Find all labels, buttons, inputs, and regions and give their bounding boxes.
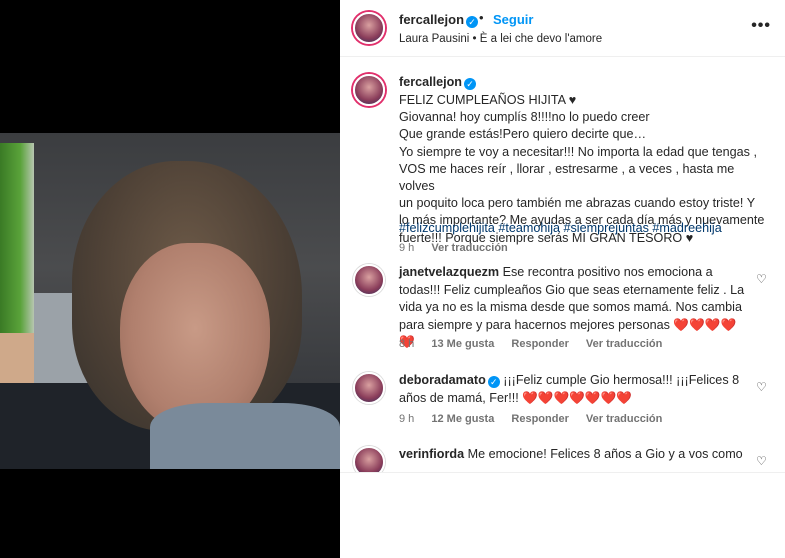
post-footer — [340, 472, 785, 558]
caption-meta: 9 h Ver traducción — [399, 242, 522, 254]
more-options-icon[interactable]: ••• — [751, 17, 771, 35]
verified-badge-icon: ✓ — [466, 16, 479, 28]
post-panel: fercallejon ✓ • Seguir Laura Pausini • È … — [340, 0, 785, 558]
comment-likes[interactable]: 12 Me gusta — [431, 413, 494, 425]
comment-time: 8 h — [399, 338, 415, 350]
caption-time: 9 h — [399, 242, 415, 254]
comment-meta: 9 h 12 Me gusta Responder Ver traducción — [399, 413, 676, 425]
heart-emojis: ❤️❤️❤️❤️❤️❤️❤️ — [522, 390, 632, 405]
comment-likes[interactable]: 13 Me gusta — [431, 338, 494, 350]
comment-avatar[interactable] — [353, 264, 385, 296]
media-pane — [0, 0, 340, 558]
author-username[interactable]: fercallejon ✓ — [399, 12, 479, 28]
caption-username[interactable]: fercallejon — [399, 75, 462, 89]
comment-avatar[interactable] — [353, 372, 385, 404]
video-player[interactable] — [0, 133, 340, 469]
comment-avatar[interactable] — [353, 446, 385, 472]
reply-button[interactable]: Responder — [511, 338, 568, 350]
translate-link[interactable]: Ver traducción — [586, 413, 662, 425]
person-shirt — [150, 403, 340, 469]
like-heart-icon[interactable]: ♡ — [756, 380, 768, 394]
comment-username[interactable]: deboradamato — [399, 373, 486, 387]
like-heart-icon[interactable]: ♡ — [756, 272, 768, 286]
verified-badge-icon: ✓ — [464, 78, 476, 90]
separator-dot: • — [479, 10, 484, 25]
comment-meta: 8 h 13 Me gusta Responder Ver traducción — [399, 338, 676, 350]
caption-avatar[interactable] — [353, 74, 385, 106]
comment-text: verinfiorda Me emocione! Felices 8 años … — [399, 447, 743, 461]
comment-text: deboradamato ✓ ¡¡¡Feliz cumple Gio hermos… — [399, 373, 740, 405]
like-heart-icon[interactable]: ♡ — [756, 454, 768, 468]
comments-thread[interactable]: fercallejon ✓ FELIZ CUMPLEAÑOS HIJITA ♥ G… — [340, 62, 785, 472]
caption-hashtags[interactable]: #felizcumplehijita #teamohija #siempreju… — [399, 221, 722, 235]
comment-time: 9 h — [399, 413, 415, 425]
translate-link[interactable]: Ver traducción — [586, 338, 662, 350]
caption-translate-link[interactable]: Ver traducción — [431, 242, 507, 254]
audio-track[interactable]: Laura Pausini • È a lei che devo l'amore — [399, 33, 602, 45]
verified-badge-icon: ✓ — [487, 376, 500, 388]
post-header: fercallejon ✓ • Seguir Laura Pausini • È … — [340, 0, 785, 57]
comment-username[interactable]: janetvelazquezm — [399, 265, 499, 279]
author-avatar[interactable] — [353, 12, 385, 44]
follow-button[interactable]: Seguir — [493, 12, 533, 27]
reply-button[interactable]: Responder — [511, 413, 568, 425]
comment-username[interactable]: verinfiorda — [399, 447, 464, 461]
